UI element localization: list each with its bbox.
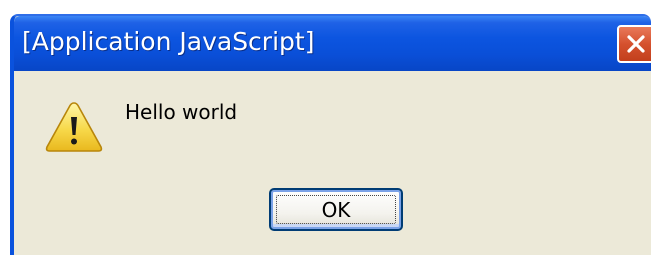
dialog-message: Hello world (125, 100, 238, 124)
ok-button-label: OK (321, 197, 351, 222)
warning-icon (45, 102, 103, 152)
ok-button[interactable]: OK (269, 188, 403, 231)
dialog-body: Hello world OK (14, 71, 651, 255)
close-button[interactable] (617, 25, 651, 63)
title-bar[interactable]: [Application JavaScript] (14, 16, 651, 71)
close-icon (627, 35, 645, 53)
dialog-title: [Application JavaScript] (22, 27, 315, 56)
alert-dialog: [Application JavaScript] Hello world OK (10, 14, 651, 255)
